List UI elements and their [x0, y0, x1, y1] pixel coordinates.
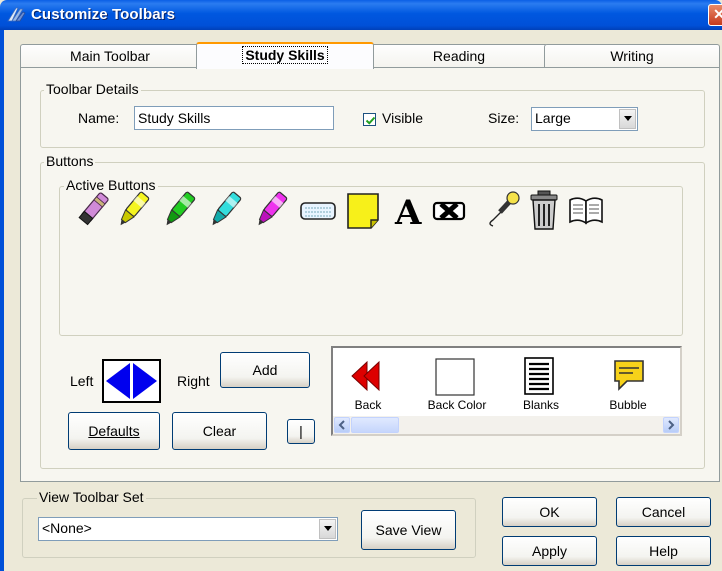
available-buttons-list[interactable]: Back Back Color Blanks Bubble — [331, 346, 682, 436]
clear-highlights-icon[interactable] — [431, 190, 469, 230]
list-item-label: Bubble — [609, 398, 647, 412]
chevron-left-icon — [338, 420, 345, 430]
highlighter-magenta-icon[interactable] — [251, 190, 289, 230]
list-item-back-color[interactable]: Back Color — [412, 352, 502, 416]
clear-label: Clear — [202, 423, 237, 439]
size-label: Size: — [488, 110, 520, 126]
view-toolbar-set-arrow[interactable] — [319, 519, 336, 539]
back-arrow-icon — [351, 360, 380, 392]
size-dropdown-arrow[interactable] — [619, 109, 636, 129]
tab-reading[interactable]: Reading — [370, 44, 548, 68]
toolbar-name-field[interactable] — [134, 106, 334, 130]
cancel-button[interactable]: Cancel — [616, 497, 711, 527]
separator-label: | — [299, 423, 303, 439]
left-right-arrows-icon — [106, 363, 157, 399]
list-item-label: Back — [354, 398, 382, 412]
defaults-label: Defaults — [88, 423, 140, 439]
scroll-right-button[interactable] — [663, 417, 679, 433]
chevron-down-icon — [623, 116, 632, 121]
move-left-right-control — [102, 359, 161, 403]
eraser-icon[interactable] — [73, 190, 111, 230]
tab-label: Study Skills — [242, 46, 328, 64]
scroll-left-button[interactable] — [334, 417, 350, 433]
list-item-label: Blanks — [522, 398, 560, 412]
close-button[interactable]: ✕ — [708, 4, 722, 26]
view-toolbar-set-dropdown[interactable]: <None> — [38, 517, 338, 541]
chevron-right-icon — [668, 420, 675, 430]
tab-study-skills[interactable]: Study Skills — [196, 42, 374, 69]
apply-label: Apply — [531, 543, 568, 559]
tab-label: Main Toolbar — [70, 48, 150, 64]
view-toolbar-set-legend: View Toolbar Set — [37, 489, 146, 505]
highlighter-yellow-icon[interactable] — [113, 190, 151, 230]
size-dropdown[interactable]: Large — [531, 107, 638, 131]
view-toolbar-set-value: <None> — [42, 520, 92, 536]
tab-label: Writing — [610, 48, 654, 64]
separator-button[interactable]: | — [287, 419, 315, 444]
name-label: Name: — [78, 110, 120, 126]
tab-label: Reading — [432, 48, 486, 64]
sticky-note-icon[interactable] — [345, 190, 383, 230]
apply-button[interactable]: Apply — [502, 536, 597, 566]
tab-main-toolbar[interactable]: Main Toolbar — [20, 44, 200, 68]
right-label: Right — [177, 373, 210, 389]
help-button[interactable]: Help — [616, 536, 711, 566]
ok-label: OK — [539, 504, 560, 520]
defaults-button[interactable]: Defaults — [68, 412, 160, 450]
trash-icon[interactable] — [525, 190, 563, 230]
save-view-label: Save View — [375, 522, 442, 538]
app-icon — [7, 7, 26, 22]
size-value: Large — [535, 110, 571, 126]
add-label: Add — [252, 362, 278, 378]
text-note-icon[interactable]: A — [391, 190, 429, 230]
list-item-bubble[interactable]: Bubble — [583, 352, 673, 416]
list-item-blanks[interactable]: Blanks — [496, 352, 586, 416]
highlighter-cyan-icon[interactable] — [205, 190, 243, 230]
window-border — [0, 30, 4, 571]
add-button[interactable]: Add — [220, 352, 310, 388]
back-color-icon — [435, 358, 475, 396]
move-right-arrow — [133, 363, 157, 399]
collect-highlights-icon[interactable] — [299, 190, 337, 230]
left-label: Left — [70, 373, 94, 389]
toolbar-details-legend: Toolbar Details — [44, 81, 141, 97]
scroll-thumb[interactable] — [351, 417, 399, 433]
move-left-arrow — [106, 363, 130, 399]
blanks-icon — [524, 357, 554, 395]
microphone-icon[interactable] — [483, 190, 521, 230]
list-item-label: Back Color — [427, 398, 487, 412]
visible-checkbox[interactable] — [363, 113, 376, 126]
tab-writing[interactable]: Writing — [544, 44, 720, 68]
checkmark-icon — [365, 116, 376, 125]
window-title: Customize Toolbars — [31, 6, 176, 23]
tab-strip: Main Toolbar Study Skills Reading Writin… — [20, 42, 720, 69]
buttons-legend: Buttons — [44, 153, 96, 169]
bubble-icon — [614, 360, 644, 391]
list-horizontal-scrollbar[interactable] — [333, 416, 680, 434]
chevron-down-icon — [323, 526, 332, 531]
list-item-back[interactable]: Back — [323, 352, 413, 416]
open-book-icon[interactable] — [567, 190, 605, 230]
highlighter-green-icon[interactable] — [159, 190, 197, 230]
ok-button[interactable]: OK — [502, 497, 597, 527]
clear-button[interactable]: Clear — [172, 412, 267, 450]
cancel-label: Cancel — [641, 504, 686, 520]
customize-toolbars-dialog: Customize Toolbars ✕ Main Toolbar Study … — [0, 0, 722, 571]
save-view-button[interactable]: Save View — [361, 510, 456, 550]
title-bar[interactable]: Customize Toolbars ✕ — [0, 0, 722, 30]
help-label: Help — [649, 543, 678, 559]
visible-label: Visible — [382, 110, 423, 126]
svg-text:A: A — [394, 193, 422, 230]
